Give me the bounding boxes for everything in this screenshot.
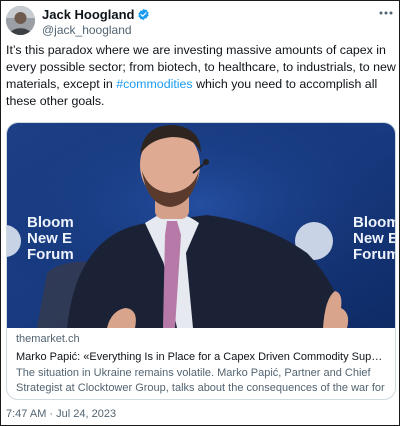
more-horizontal-icon[interactable] (378, 6, 394, 20)
svg-text:New Ec: New Ec (353, 230, 395, 247)
link-description: The situation in Ukraine remains volatil… (16, 367, 385, 394)
name-row: Jack Hoogland (42, 7, 150, 22)
link-card-meta: themarket.ch Marko Papić: «Everything Is… (7, 328, 395, 399)
tweet-text: It’s this paradox where we are investing… (6, 42, 396, 110)
svg-text:Forum: Forum (353, 246, 395, 263)
svg-text:Bloom: Bloom (353, 214, 395, 231)
display-name[interactable]: Jack Hoogland (42, 7, 134, 22)
svg-text:Forum: Forum (27, 246, 74, 263)
hashtag-link[interactable]: #commodities (116, 77, 192, 91)
speaker-photo-icon: Bloom New E Forum Bloom New Ec Forum (7, 123, 395, 328)
link-domain: themarket.ch (16, 333, 80, 345)
tweet-header: Jack Hoogland @jack_hoogland (6, 6, 394, 37)
tweet-timestamp[interactable]: 7:47 AM · Jul 24, 2023 (6, 407, 116, 421)
verified-badge-icon (138, 8, 150, 21)
user-handle[interactable]: @jack_hoogland (42, 23, 132, 37)
profile-photo-icon (6, 6, 35, 35)
tweet-frame: Jack Hoogland @jack_hoogland It’s this p… (0, 0, 400, 426)
svg-text:New E: New E (27, 230, 72, 247)
link-preview-card[interactable]: Bloom New E Forum Bloom New Ec Forum (6, 122, 396, 400)
avatar[interactable] (6, 6, 35, 35)
link-title[interactable]: Marko Papić: «Everything Is in Place for… (16, 350, 386, 365)
svg-text:Bloom: Bloom (27, 214, 74, 231)
